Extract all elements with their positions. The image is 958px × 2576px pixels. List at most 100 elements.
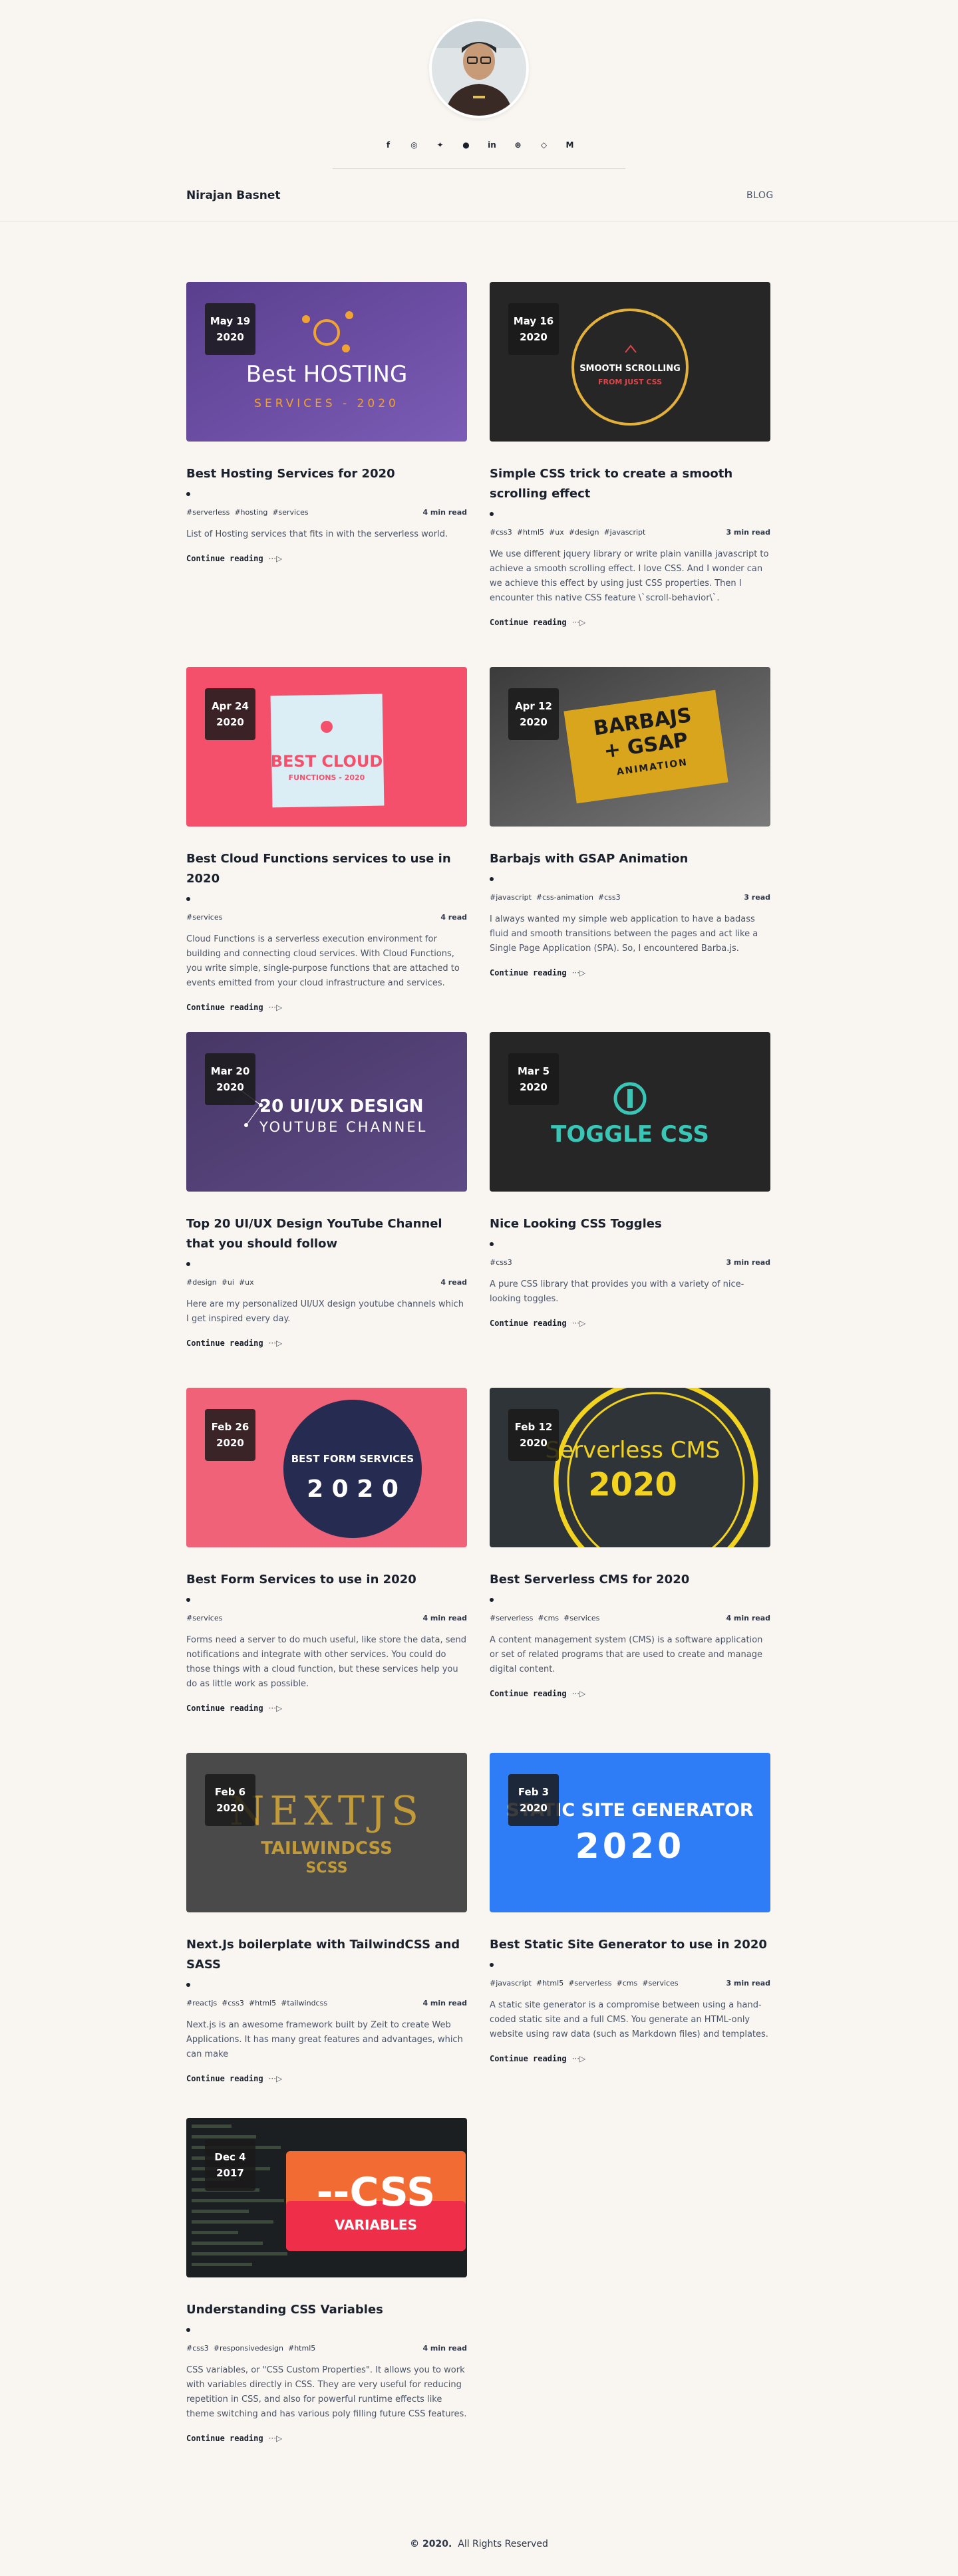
post-card[interactable]: BEST FORM SERVICES 2 0 2 0 Feb 26 2020 B…	[186, 1388, 467, 1713]
medium-icon[interactable]: M	[563, 138, 577, 152]
post-card[interactable]: --CSS VARIABLES Dec 4 2017 Understanding…	[186, 2118, 467, 2443]
post-title[interactable]: Top 20 UI/UX Design YouTube Channel that…	[186, 1214, 467, 1254]
post-title[interactable]: Understanding CSS Variables	[186, 2300, 467, 2320]
post-tag[interactable]: #design	[569, 528, 599, 537]
post-tag[interactable]: #services	[186, 1614, 222, 1622]
post-title[interactable]: Simple CSS trick to create a smooth scro…	[490, 464, 770, 504]
continue-reading-label: Continue reading	[186, 1704, 263, 1713]
post-tag[interactable]: #css3	[186, 2344, 209, 2353]
date-badge: May 19 2020	[205, 303, 255, 355]
post-tag[interactable]: #ux	[549, 528, 564, 537]
post-tag[interactable]: #css3	[598, 893, 621, 902]
post-title[interactable]: Barbajs with GSAP Animation	[490, 849, 770, 869]
post-thumbnail[interactable]: BARBAJS + GSAP ANIMATION Apr 12 2020	[490, 667, 770, 827]
continue-reading-link[interactable]: Continue reading ···▷	[186, 554, 467, 563]
post-card[interactable]: BARBAJS + GSAP ANIMATION Apr 12 2020 Bar…	[490, 667, 770, 977]
post-tag[interactable]: #html5	[536, 1979, 563, 1988]
post-thumbnail[interactable]: TOGGLE CSS Mar 5 2020	[490, 1032, 770, 1192]
post-title[interactable]: Best Serverless CMS for 2020	[490, 1570, 770, 1590]
nav-blog-link[interactable]: BLOG	[746, 190, 774, 201]
post-card[interactable]: 20 UI/UX DESIGN YOUTUBE CHANNEL Mar 20 2…	[186, 1032, 467, 1348]
post-thumbnail[interactable]: BEST CLOUD FUNCTIONS - 2020 Apr 24 2020	[186, 667, 467, 827]
avatar[interactable]	[429, 19, 529, 118]
post-title[interactable]: Next.Js boilerplate with TailwindCSS and…	[186, 1935, 467, 1975]
post-tag[interactable]: #css-animation	[536, 893, 593, 902]
post-card[interactable]: STATIC SITE GENERATOR 2020 Feb 3 2020 Be…	[490, 1753, 770, 2063]
post-tag[interactable]: #services	[186, 913, 222, 922]
continue-reading-link[interactable]: Continue reading ···▷	[186, 2434, 467, 2443]
continue-reading-link[interactable]: Continue reading ···▷	[186, 1704, 467, 1713]
divider-dot	[186, 1598, 190, 1602]
post-title[interactable]: Best Form Services to use in 2020	[186, 1570, 467, 1590]
post-tag[interactable]: #services	[563, 1614, 599, 1622]
post-tag[interactable]: #services	[272, 508, 308, 517]
post-tag[interactable]: #ux	[239, 1278, 254, 1287]
post-thumbnail[interactable]: NEXTJS TAILWINDCSS SCSS Feb 6 2020	[186, 1753, 467, 1912]
post-thumbnail[interactable]: Serverless CMS 2020 Feb 12 2020	[490, 1388, 770, 1547]
post-card[interactable]: Best HOSTING SERVICES - 2020 May 19 2020…	[186, 282, 467, 563]
post-tag[interactable]: #css3	[222, 1999, 244, 2007]
post-tag[interactable]: #html5	[249, 1999, 276, 2007]
continue-reading-link[interactable]: Continue reading ···▷	[490, 1319, 770, 1328]
post-title[interactable]: Best Cloud Functions services to use in …	[186, 849, 467, 889]
date-year: 2020	[216, 331, 244, 343]
post-tag[interactable]: #cms	[538, 1614, 559, 1622]
post-tag[interactable]: #javascript	[490, 893, 532, 902]
continue-reading-link[interactable]: Continue reading ···▷	[186, 1003, 467, 1012]
facebook-icon[interactable]: f	[381, 138, 395, 152]
continue-reading-link[interactable]: Continue reading ···▷	[490, 1689, 770, 1698]
post-thumbnail[interactable]: STATIC SITE GENERATOR 2020 Feb 3 2020	[490, 1753, 770, 1912]
twitter-icon[interactable]: ✦	[433, 138, 447, 152]
post-excerpt: A pure CSS library that provides you wit…	[490, 1279, 744, 1304]
post-thumbnail[interactable]: --CSS VARIABLES Dec 4 2017	[186, 2118, 467, 2277]
post-tag[interactable]: #serverless	[568, 1979, 611, 1988]
github-icon[interactable]: ●	[459, 138, 473, 152]
post-tag[interactable]: #ui	[222, 1278, 234, 1287]
tag-list: #serverless #hosting #services	[186, 508, 313, 517]
site-name[interactable]: Nirajan Basnet	[186, 189, 281, 202]
post-tag[interactable]: #tailwindcss	[281, 1999, 327, 2007]
post-tag[interactable]: #javascript	[603, 528, 645, 537]
post-thumbnail[interactable]: 20 UI/UX DESIGN YOUTUBE CHANNEL Mar 20 2…	[186, 1032, 467, 1192]
post-thumbnail[interactable]: SMOOTH SCROLLING FROM JUST CSS May 16 20…	[490, 282, 770, 442]
thumb-caption: SCSS	[305, 1860, 347, 1876]
post-thumbnail[interactable]: BEST FORM SERVICES 2 0 2 0 Feb 26 2020	[186, 1388, 467, 1547]
thumb-title: BEST CLOUD	[271, 752, 383, 771]
instagram-icon[interactable]: ◎	[407, 138, 421, 152]
post-tag[interactable]: #cms	[617, 1979, 638, 1988]
post-card[interactable]: NEXTJS TAILWINDCSS SCSS Feb 6 2020 Next.…	[186, 1753, 467, 2083]
post-title[interactable]: Best Hosting Services for 2020	[186, 464, 467, 484]
post-tag[interactable]: #css3	[490, 528, 512, 537]
post-card[interactable]: Serverless CMS 2020 Feb 12 2020 Best Ser…	[490, 1388, 770, 1698]
arrow-right-icon: ···▷	[268, 1704, 283, 1713]
post-title[interactable]: Best Static Site Generator to use in 202…	[490, 1935, 770, 1955]
continue-reading-link[interactable]: Continue reading ···▷	[186, 1339, 467, 1348]
post-tag[interactable]: #serverless	[186, 508, 230, 517]
post-card[interactable]: TOGGLE CSS Mar 5 2020 Nice Looking CSS T…	[490, 1032, 770, 1328]
post-tag[interactable]: #html5	[517, 528, 544, 537]
codepen-icon[interactable]: ◇	[537, 138, 551, 152]
post-tag[interactable]: #css3	[490, 1258, 512, 1267]
date-year: 2020	[520, 1437, 548, 1449]
dribbble-icon[interactable]: ⊕	[511, 138, 525, 152]
continue-reading-link[interactable]: Continue reading ···▷	[186, 2074, 467, 2083]
continue-reading-link[interactable]: Continue reading ···▷	[490, 618, 770, 627]
read-time: 4 min read	[422, 1614, 467, 1622]
post-tag[interactable]: #hosting	[234, 508, 267, 517]
linkedin-icon[interactable]: in	[485, 138, 499, 152]
continue-reading-link[interactable]: Continue reading ···▷	[490, 2054, 770, 2063]
post-tag[interactable]: #reactjs	[186, 1999, 217, 2007]
post-tag[interactable]: #javascript	[490, 1979, 532, 1988]
post-tag[interactable]: #services	[642, 1979, 678, 1988]
post-tag[interactable]: #html5	[288, 2344, 315, 2353]
post-tag[interactable]: #design	[186, 1278, 217, 1287]
continue-reading-link[interactable]: Continue reading ···▷	[490, 968, 770, 977]
post-card[interactable]: SMOOTH SCROLLING FROM JUST CSS May 16 20…	[490, 282, 770, 627]
post-excerpt: A content management system (CMS) is a s…	[490, 1635, 763, 1674]
post-card[interactable]: BEST CLOUD FUNCTIONS - 2020 Apr 24 2020 …	[186, 667, 467, 1012]
read-time: 3 min read	[726, 1258, 770, 1267]
post-tag[interactable]: #responsivedesign	[214, 2344, 283, 2353]
post-thumbnail[interactable]: Best HOSTING SERVICES - 2020 May 19 2020	[186, 282, 467, 442]
post-tag[interactable]: #serverless	[490, 1614, 533, 1622]
post-title[interactable]: Nice Looking CSS Toggles	[490, 1214, 770, 1234]
